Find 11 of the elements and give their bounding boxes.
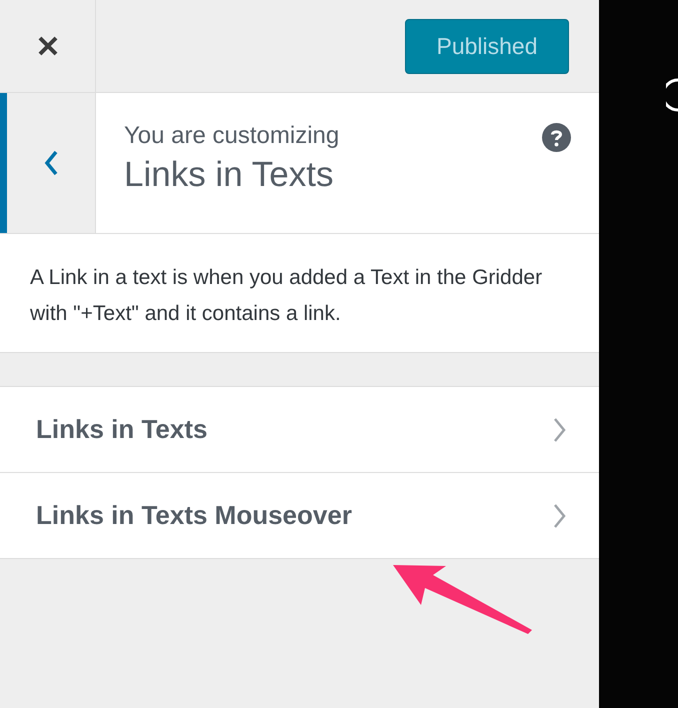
section-link[interactable]: Links in Texts Mouseover <box>0 473 599 559</box>
section-title: Links in Texts <box>124 154 334 196</box>
help-icon[interactable] <box>542 123 571 152</box>
back-button[interactable] <box>0 93 96 233</box>
description-text: A Link in a text is when you added a Text in the Gridder with "+Text" and it contains a link. <box>30 265 544 327</box>
chevron-right-icon <box>553 502 567 528</box>
section-link[interactable]: Links in Texts <box>0 387 599 473</box>
chevron-right-icon <box>553 416 567 442</box>
back-chevron-icon <box>44 150 58 176</box>
customizing-label: You are customizing <box>124 121 340 151</box>
close-icon <box>36 35 58 57</box>
